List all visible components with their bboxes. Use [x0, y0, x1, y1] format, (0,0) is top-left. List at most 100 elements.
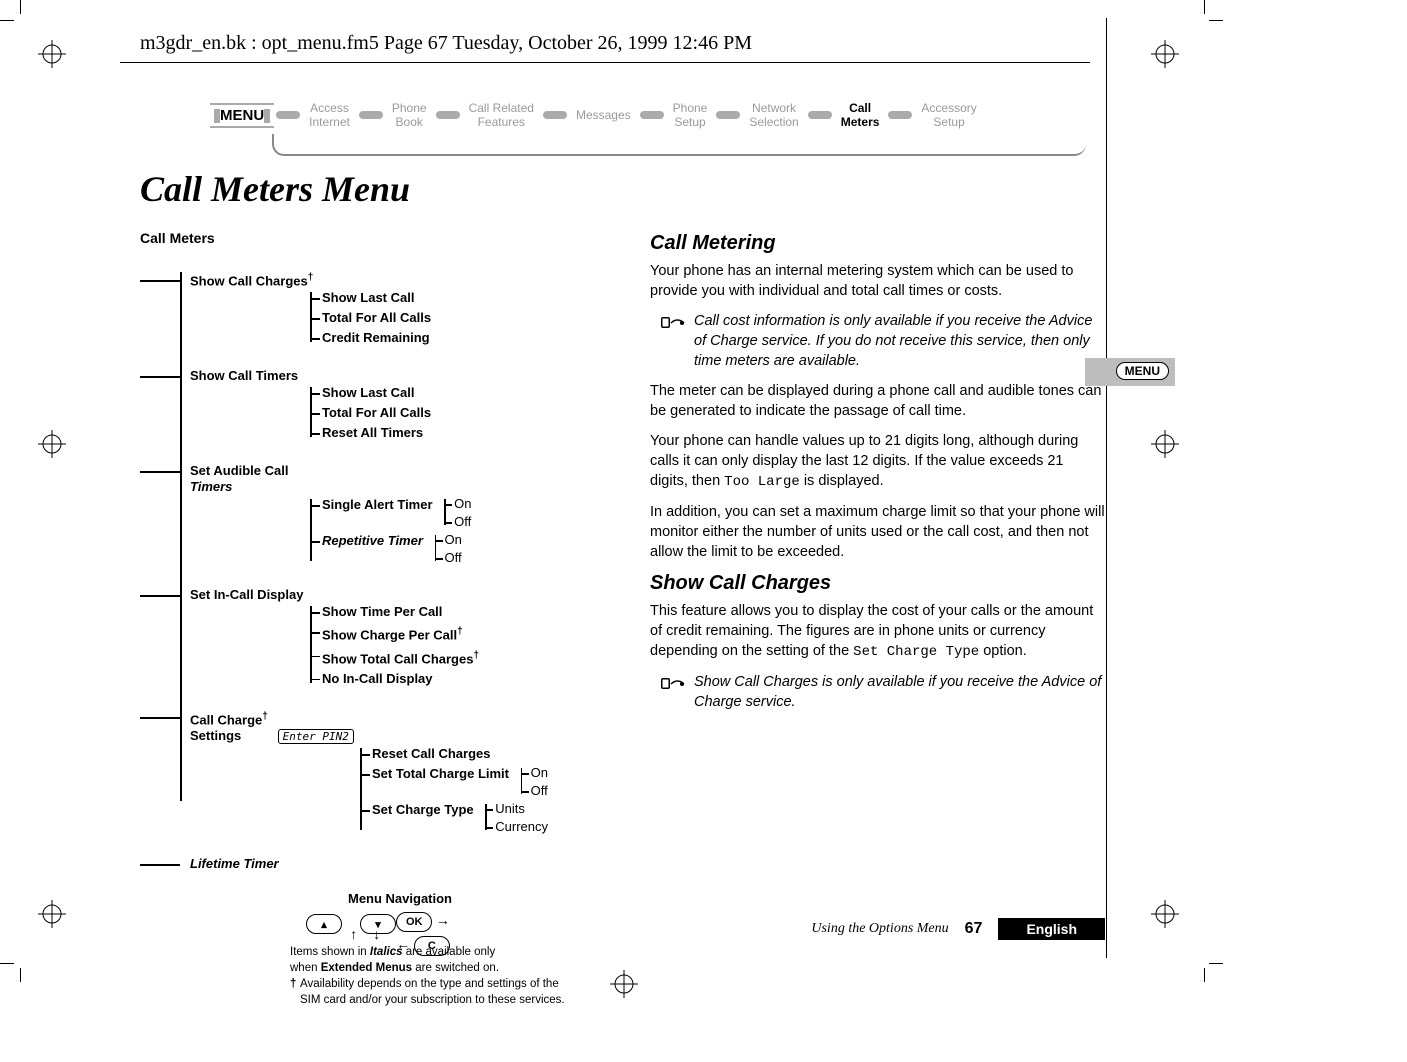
page-footer: Using the Options Menu 67 English [645, 918, 1105, 940]
ribbon-pill-icon [808, 111, 832, 119]
fine-print: Items shown in Italics are available onl… [140, 944, 660, 1008]
leaf-units: Units [485, 800, 548, 818]
ribbon-pill-icon [359, 111, 383, 119]
branch-label: Call Charge [190, 712, 262, 727]
dagger-icon: † [457, 626, 463, 637]
nav-item-network-selection: NetworkSelection [742, 101, 805, 129]
nav-item-phone-setup: PhoneSetup [666, 101, 715, 129]
menu-navigation-title: Menu Navigation [140, 891, 660, 906]
note-block: Show Call Charges is only available if y… [660, 672, 1105, 712]
branch-label: Set Audible Call [190, 463, 288, 478]
crop-mark [20, 968, 21, 982]
leaf-off: Off [435, 549, 462, 567]
tree-item: Reset All Timers [310, 423, 660, 443]
paragraph: The meter can be displayed during a phon… [650, 381, 1105, 421]
footer-section: Using the Options Menu [811, 921, 948, 937]
nav-item-call-meters: CallMeters [834, 101, 887, 129]
nav-item-accessory-setup: AccessorySetup [914, 101, 983, 129]
tree-item: No In-Call Display [310, 669, 660, 689]
paragraph: In addition, you can set a maximum charg… [650, 502, 1105, 562]
note-hand-icon [660, 311, 686, 371]
nav-item-phone-book: PhoneBook [385, 101, 434, 129]
body-column: Call Metering Your phone has an internal… [650, 232, 1105, 722]
nav-item-messages: Messages [569, 108, 638, 122]
branch-label: Lifetime Timer [190, 856, 279, 871]
branch-charge-settings: Call Charge† Settings Enter PIN2 Reset C… [180, 709, 660, 836]
branch-show-call-timers: Show Call Timers Show Last Call Total Fo… [180, 368, 660, 443]
registration-mark-icon [1151, 40, 1175, 64]
tree-item: Set Total Charge Limit On Off [360, 764, 660, 800]
enter-pin2-box: Enter PIN2 [278, 729, 354, 744]
heading-show-call-charges: Show Call Charges [650, 572, 1105, 595]
gutter-rule [1106, 18, 1107, 958]
paragraph: Your phone can handle values up to 21 di… [650, 431, 1105, 492]
registration-mark-icon [38, 900, 62, 924]
branch-in-call-display: Set In-Call Display Show Time Per Call S… [180, 587, 660, 689]
tree-item: Show Last Call [310, 288, 660, 308]
branch-show-call-charges: Show Call Charges† Show Last Call Total … [180, 272, 660, 348]
ribbon-pill-icon [888, 111, 912, 119]
nav-item-access-internet: AccessInternet [302, 101, 357, 129]
page-title: Call Meters Menu [140, 168, 410, 210]
tree-item: Set Charge Type Units Currency [360, 800, 660, 836]
ribbon-pill-icon [276, 111, 300, 119]
crop-mark [1209, 963, 1223, 964]
paragraph: Your phone has an internal metering syst… [650, 261, 1105, 301]
head-rule [120, 62, 1090, 63]
leaf-off: Off [444, 513, 471, 531]
leaf-off: Off [521, 782, 548, 800]
registration-mark-icon [38, 430, 62, 454]
crop-mark [20, 0, 21, 14]
tree-item: Show Last Call [310, 383, 660, 403]
up-key: ▴ [306, 914, 342, 934]
arrow-right-icon: → [436, 912, 450, 928]
menu-chip: MENU [210, 103, 274, 128]
ribbon-pill-icon [543, 111, 567, 119]
nav-item-call-related: Call RelatedFeatures [462, 101, 541, 129]
tree-item: Total For All Calls [310, 308, 660, 328]
leaf-on: On [521, 764, 548, 782]
registration-mark-icon [1151, 430, 1175, 454]
language-badge: English [998, 918, 1105, 940]
dagger-icon: † [473, 650, 479, 661]
note-text: Show Call Charges is only available if y… [694, 672, 1105, 712]
crop-mark [0, 20, 14, 21]
crop-mark [1204, 0, 1205, 14]
registration-mark-icon [1151, 900, 1175, 924]
menu-tab-label: MENU [1116, 362, 1169, 380]
tree-item: Show Charge Per Call† [310, 622, 660, 645]
menu-ribbon: MENU AccessInternet PhoneBook Call Relat… [210, 94, 1080, 156]
note-hand-icon [660, 672, 686, 712]
tree-item: Repetitive Timer On Off [310, 531, 660, 567]
branch-label: Set In-Call Display [190, 587, 303, 602]
branch-label: Timers [190, 479, 232, 494]
branch-label: Settings [190, 728, 241, 743]
mono-text: Too Large [724, 474, 800, 490]
tree-item: Reset Call Charges [360, 744, 660, 764]
leaf-on: On [435, 531, 462, 549]
running-head: m3gdr_en.bk : opt_menu.fm5 Page 67 Tuesd… [140, 32, 752, 55]
registration-mark-icon [38, 40, 62, 64]
branch-label: Show Call Timers [190, 368, 298, 383]
ok-key: OK [396, 912, 432, 932]
dagger-icon: † [308, 272, 314, 283]
dagger-icon: † [262, 711, 268, 722]
mono-text: Set Charge Type [853, 644, 979, 660]
page: m3gdr_en.bk : opt_menu.fm5 Page 67 Tuesd… [0, 0, 1407, 1062]
down-key: ▾ [360, 914, 396, 934]
ribbon-pill-icon [716, 111, 740, 119]
dagger-icon: † [290, 976, 300, 992]
branch-audible-timers: Set Audible Call Timers Single Alert Tim… [180, 463, 660, 567]
leaf-currency: Currency [485, 818, 548, 836]
tree-item: Total For All Calls [310, 403, 660, 423]
paragraph: This feature allows you to display the c… [650, 601, 1105, 662]
branch-lifetime-timer: Lifetime Timer [180, 856, 660, 871]
heading-call-metering: Call Metering [650, 232, 1105, 255]
crop-mark [1209, 20, 1223, 21]
tree-root: Call Meters [140, 230, 660, 246]
call-meters-tree: Call Meters Show Call Charges† Show Last… [140, 230, 660, 860]
tree-item: Single Alert Timer On Off [310, 495, 660, 531]
crop-mark [0, 963, 14, 964]
ribbon-connector [272, 134, 1086, 156]
note-block: Call cost information is only available … [660, 311, 1105, 371]
